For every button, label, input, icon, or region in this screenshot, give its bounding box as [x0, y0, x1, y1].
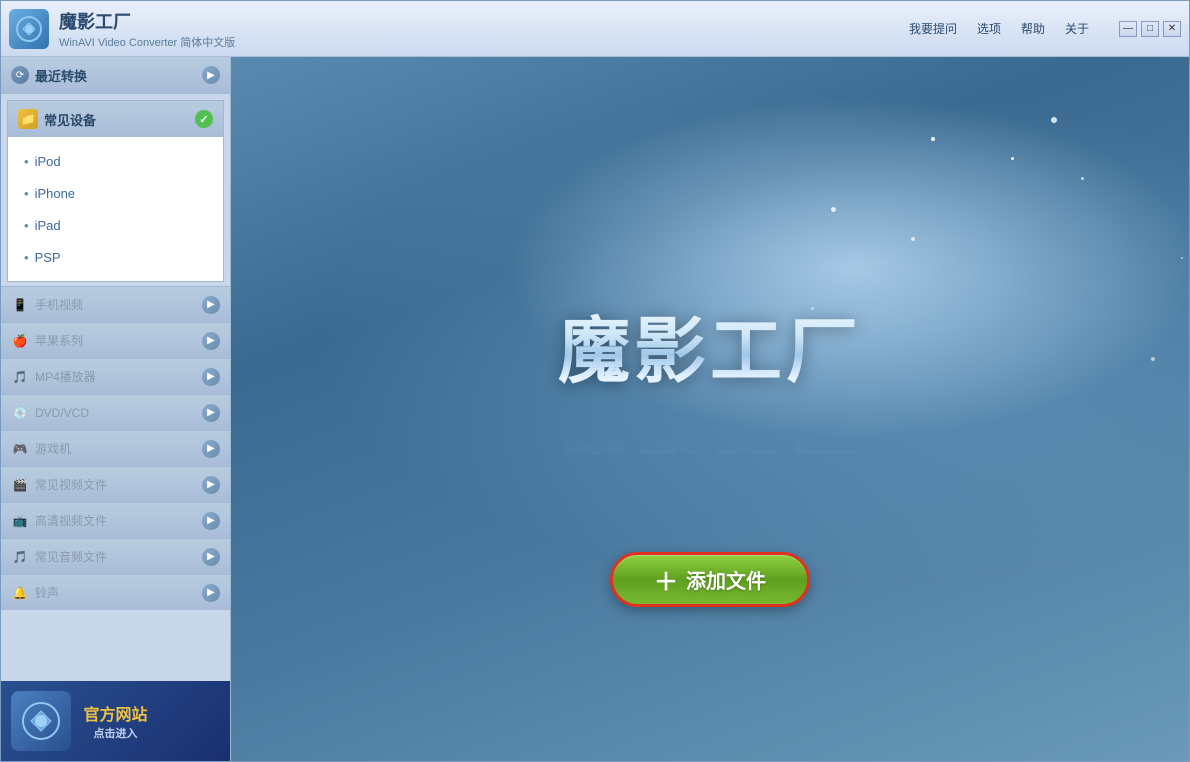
sparkle-7 — [1051, 117, 1057, 123]
sidebar-item-hd-video[interactable]: 📺 高清视频文件 ▶ — [1, 502, 230, 538]
sidebar-item-game[interactable]: 🎮 游戏机 ▶ — [1, 430, 230, 466]
audio-arrow: ▶ — [202, 548, 220, 566]
sidebar-item-dvd[interactable]: 💿 DVD/VCD ▶ — [1, 394, 230, 430]
ringtone-arrow: ▶ — [202, 584, 220, 602]
sidebar-item-mobile-video[interactable]: 📱 手机视频 ▶ — [1, 286, 230, 322]
sparkle-2 — [1081, 177, 1084, 180]
sidebar-item-ipod[interactable]: iPod — [8, 145, 223, 177]
sparkle-1 — [931, 137, 935, 141]
devices-list: iPod iPhone iPad PSP — [8, 137, 223, 281]
recent-label: 最近转换 — [35, 66, 87, 85]
audio-icon: 🎵 — [11, 548, 29, 566]
mp4-arrow: ▶ — [202, 368, 220, 386]
sidebar: ⟳ 最近转换 ▶ 📁 常见设备 ✓ — [1, 57, 231, 761]
sidebar-bottom: 📱 手机视频 ▶ 🍎 苹果系列 ▶ 🎵 MP4播放器 — [1, 286, 230, 761]
official-website-banner[interactable]: 官方网站 点击进入 — [1, 681, 230, 761]
mobile-video-arrow: ▶ — [202, 296, 220, 314]
dvd-arrow: ▶ — [202, 404, 220, 422]
window-controls: — □ ✕ — [1119, 21, 1181, 37]
sidebar-expanded-devices-header[interactable]: 📁 常见设备 ✓ — [8, 101, 223, 137]
sidebar-item-common-video[interactable]: 🎬 常见视频文件 ▶ — [1, 466, 230, 502]
sparkle-5 — [1011, 157, 1014, 160]
sidebar-item-audio[interactable]: 🎵 常见音频文件 ▶ — [1, 538, 230, 574]
content-area: ⟳ 最近转换 ▶ 📁 常见设备 ✓ — [1, 57, 1189, 761]
official-banner-subtitle: 点击进入 — [93, 725, 137, 741]
sidebar-expanded-devices: 📁 常见设备 ✓ iPod iPhone iPad — [7, 100, 224, 282]
devices-check-icon: ✓ — [195, 110, 213, 128]
plus-icon: ＋ — [654, 562, 678, 597]
title-right: 我要提问 选项 帮助 关于 — □ ✕ — [909, 20, 1181, 37]
mp4-icon: 🎵 — [11, 368, 29, 386]
menu-item-help[interactable]: 帮助 — [1021, 20, 1045, 37]
menu-item-help-question[interactable]: 我要提问 — [909, 20, 957, 37]
sidebar-item-ipad[interactable]: iPad — [8, 209, 223, 241]
minimize-button[interactable]: — — [1119, 21, 1137, 37]
sidebar-item-iphone[interactable]: iPhone — [8, 177, 223, 209]
close-button[interactable]: ✕ — [1163, 21, 1181, 37]
main-app-title-reflection: 魔影工厂 — [558, 429, 862, 461]
sidebar-item-mp4[interactable]: 🎵 MP4播放器 ▶ — [1, 358, 230, 394]
sidebar-item-ringtone[interactable]: 🔔 铃声 ▶ — [1, 574, 230, 610]
sidebar-section-devices: 📁 常见设备 ✓ iPod iPhone iPad — [1, 94, 230, 286]
add-file-button[interactable]: ＋ 添加文件 — [610, 552, 810, 607]
sidebar-item-apple-series[interactable]: 🍎 苹果系列 ▶ — [1, 322, 230, 358]
dvd-icon: 💿 — [11, 404, 29, 422]
sparkle-3 — [831, 207, 836, 212]
light-rays-decoration — [231, 57, 1189, 761]
common-video-icon: 🎬 — [11, 476, 29, 494]
ringtone-icon: 🔔 — [11, 584, 29, 602]
title-left: 魔影工厂 WinAVI Video Converter 简体中文版 — [9, 8, 235, 50]
sparkle-9 — [1151, 357, 1155, 361]
menu-item-options[interactable]: 选项 — [977, 20, 1001, 37]
apple-series-icon: 🍎 — [11, 332, 29, 350]
main-app-title: 魔影工厂 — [558, 292, 862, 397]
game-icon: 🎮 — [11, 440, 29, 458]
sidebar-header-recent[interactable]: ⟳ 最近转换 ▶ — [1, 57, 230, 93]
sidebar-item-psp[interactable]: PSP — [8, 241, 223, 273]
add-file-label: 添加文件 — [686, 565, 766, 594]
official-banner-content: 官方网站 点击进入 — [83, 701, 147, 741]
official-banner-title: 官方网站 — [83, 701, 147, 725]
sparkle-4 — [1181, 257, 1183, 259]
common-video-arrow: ▶ — [202, 476, 220, 494]
apple-series-arrow: ▶ — [202, 332, 220, 350]
hd-video-arrow: ▶ — [202, 512, 220, 530]
mobile-video-icon: 📱 — [11, 296, 29, 314]
recent-arrow: ▶ — [202, 66, 220, 84]
app-subtitle: WinAVI Video Converter 简体中文版 — [59, 34, 235, 50]
sidebar-section-recent: ⟳ 最近转换 ▶ — [1, 57, 230, 94]
devices-label: 常见设备 — [44, 110, 96, 129]
app-title: 魔影工厂 — [59, 8, 235, 34]
app-window: 魔影工厂 WinAVI Video Converter 简体中文版 我要提问 选… — [0, 0, 1190, 762]
game-arrow: ▶ — [202, 440, 220, 458]
maximize-button[interactable]: □ — [1141, 21, 1159, 37]
banner-icon — [11, 691, 71, 751]
recent-icon: ⟳ — [11, 66, 29, 84]
app-icon — [9, 9, 49, 49]
sparkle-6 — [911, 237, 915, 241]
title-text: 魔影工厂 WinAVI Video Converter 简体中文版 — [59, 8, 235, 50]
title-bar: 魔影工厂 WinAVI Video Converter 简体中文版 我要提问 选… — [1, 1, 1189, 57]
hd-video-icon: 📺 — [11, 512, 29, 530]
devices-folder-icon: 📁 — [18, 109, 38, 129]
menu-item-about[interactable]: 关于 — [1065, 20, 1089, 37]
main-area: 魔影工厂 魔影工厂 ＋ 添加文件 — [231, 57, 1189, 761]
